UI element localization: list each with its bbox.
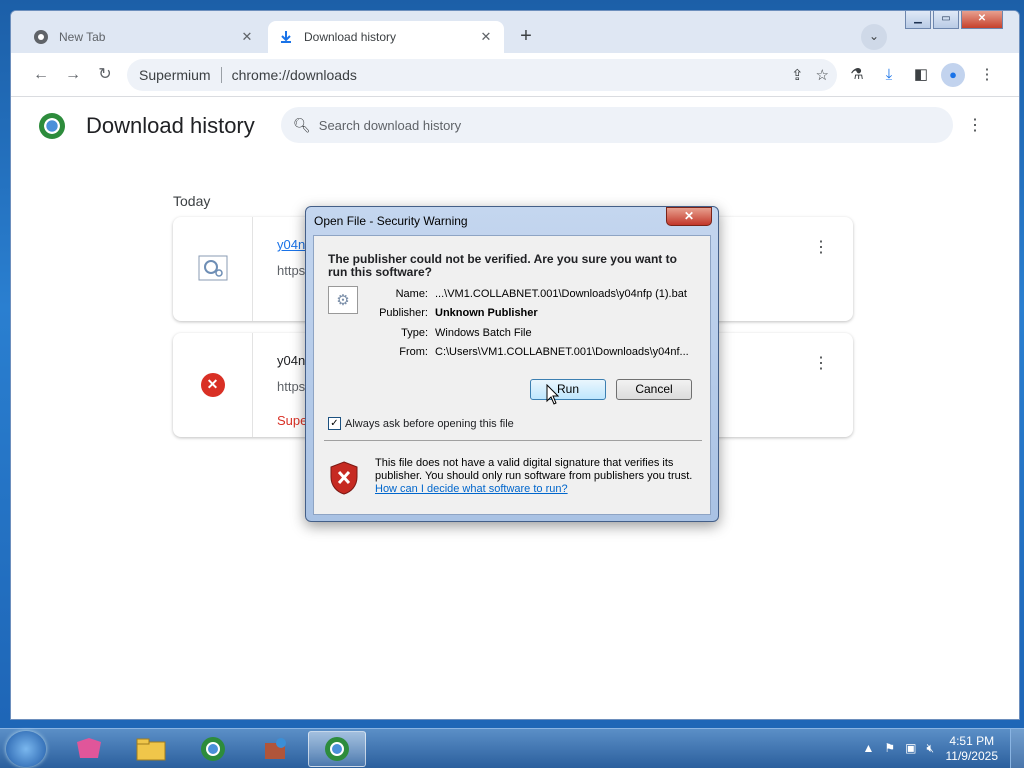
field-label: Publisher: (379, 307, 428, 319)
app-package-icon[interactable] (246, 731, 304, 767)
help-link[interactable]: How can I decide what software to run? (375, 483, 568, 495)
window-controls: ▁ ▭ ✕ (905, 11, 1003, 29)
search-placeholder: Search download history (318, 117, 462, 133)
field-label: From: (399, 346, 428, 358)
url-text[interactable]: chrome://downloads (232, 67, 357, 83)
new-tab-button[interactable]: + (514, 25, 538, 49)
dialog-close-button[interactable]: ✕ (666, 207, 712, 226)
page-title: Download history (86, 113, 255, 138)
mouse-cursor-icon (546, 384, 560, 405)
supermium-browser-icon-active[interactable] (308, 731, 366, 767)
maximize-button[interactable]: ▭ (933, 11, 959, 29)
dialog-divider (324, 440, 702, 441)
footer-message: This file does not have a valid digital … (375, 457, 693, 482)
supermium-browser-icon[interactable] (184, 731, 242, 767)
back-icon[interactable]: ← (31, 65, 51, 85)
chrome-icon (33, 29, 49, 45)
tab-search-button[interactable]: ⌄ (861, 24, 887, 50)
show-hidden-icons-icon[interactable]: ▲ (862, 741, 874, 756)
show-desktop-button[interactable] (1010, 729, 1024, 768)
file-type-value: Windows Batch File (435, 327, 532, 339)
always-ask-checkbox[interactable]: ✓ Always ask before opening this file (328, 417, 514, 430)
file-from-value: C:\Users\VM1.COLLABNET.001\Downloads\y04… (435, 346, 689, 358)
security-warning-dialog: Open File - Security Warning ✕ The publi… (305, 206, 719, 522)
dialog-title: Open File - Security Warning (314, 214, 468, 228)
download-file-name: y04n (277, 353, 306, 368)
clock-date: 11/9/2025 (945, 749, 999, 763)
minimize-button[interactable]: ▁ (905, 11, 931, 29)
error-icon: ✕ (200, 373, 225, 397)
supermium-logo (39, 113, 65, 139)
clock-time: 4:51 PM (949, 734, 995, 748)
page-menu-kebab-icon[interactable]: ⋮ (967, 115, 983, 135)
side-panel-icon[interactable]: ◧ (911, 65, 931, 85)
tab-label: New Tab (59, 30, 106, 44)
start-button[interactable] (6, 731, 46, 767)
download-status: Supe (277, 413, 308, 428)
download-file-link[interactable]: y04n (277, 237, 305, 252)
labs-flask-icon[interactable]: ⚗ (847, 65, 867, 85)
downloads-icon[interactable]: ⤓ (879, 65, 899, 85)
menu-kebab-icon[interactable]: ⋮ (977, 65, 997, 85)
download-icon (278, 29, 294, 45)
omnibox-separator (220, 67, 222, 83)
field-label: Name: (395, 288, 428, 300)
batch-file-icon (198, 255, 228, 284)
network-icon[interactable]: ▣ (905, 741, 916, 756)
browser-toolbar: ← → ↻ Supermium chrome://downloads ⇪ ☆ ⚗… (11, 53, 1019, 97)
checkbox-check-icon[interactable]: ✓ (328, 417, 341, 430)
download-source-url[interactable]: https (277, 263, 305, 278)
checkbox-label: Always ask before opening this file (345, 417, 514, 430)
security-shield-icon (330, 461, 358, 495)
volume-muted-icon[interactable]: 🔇︎ (926, 741, 934, 756)
taskbar-app-icon[interactable] (60, 731, 118, 767)
taskbar: ▲ ⚑ ▣ 🔇︎ 4:51 PM 11/9/2025 (0, 728, 1024, 768)
field-label: Type: (401, 327, 428, 339)
site-label: Supermium (139, 67, 211, 83)
dialog-headline: The publisher could not be verified. Are… (328, 252, 677, 279)
dialog-body: The publisher could not be verified. Are… (313, 235, 711, 515)
close-tab-icon[interactable]: ✕ (478, 29, 494, 45)
tab-new-tab[interactable]: New Tab ✕ (23, 21, 265, 53)
forward-icon[interactable]: → (63, 65, 83, 85)
profile-avatar[interactable]: ● (941, 63, 965, 87)
cancel-button[interactable]: Cancel (616, 379, 692, 400)
tab-download-history[interactable]: Download history ✕ (268, 21, 504, 53)
share-icon[interactable]: ⇪ (791, 66, 804, 84)
run-button[interactable]: Run (530, 379, 606, 400)
item-more-icon[interactable]: ⋮ (813, 237, 829, 257)
date-group-label: Today (173, 193, 211, 209)
search-icon: 🔍︎ (293, 116, 311, 133)
search-input[interactable]: 🔍︎ Search download history (281, 107, 953, 143)
tab-strip: New Tab ✕ Download history ✕ + ⌄ ▁ ▭ ✕ (11, 11, 1019, 53)
dialog-footer: This file does not have a valid digital … (315, 446, 711, 508)
action-center-flag-icon[interactable]: ⚑ (884, 741, 895, 756)
address-bar[interactable]: Supermium chrome://downloads ⇪ ☆ (127, 59, 837, 91)
system-tray: ▲ ⚑ ▣ 🔇︎ (862, 741, 934, 756)
file-name-value: ...\VM1.COLLABNET.001\Downloads\y04nfp (… (435, 288, 687, 300)
tab-label: Download history (304, 30, 397, 44)
bookmark-star-icon[interactable]: ☆ (816, 66, 829, 84)
clock[interactable]: 4:51 PM 11/9/2025 (946, 734, 999, 764)
publisher-value: Unknown Publisher (435, 307, 538, 319)
item-more-icon[interactable]: ⋮ (813, 353, 829, 373)
reload-icon[interactable]: ↻ (95, 65, 115, 85)
close-window-button[interactable]: ✕ (961, 11, 1003, 29)
explorer-folder-icon[interactable] (122, 731, 180, 767)
close-tab-icon[interactable]: ✕ (239, 29, 255, 45)
download-source-url[interactable]: https (277, 379, 305, 394)
